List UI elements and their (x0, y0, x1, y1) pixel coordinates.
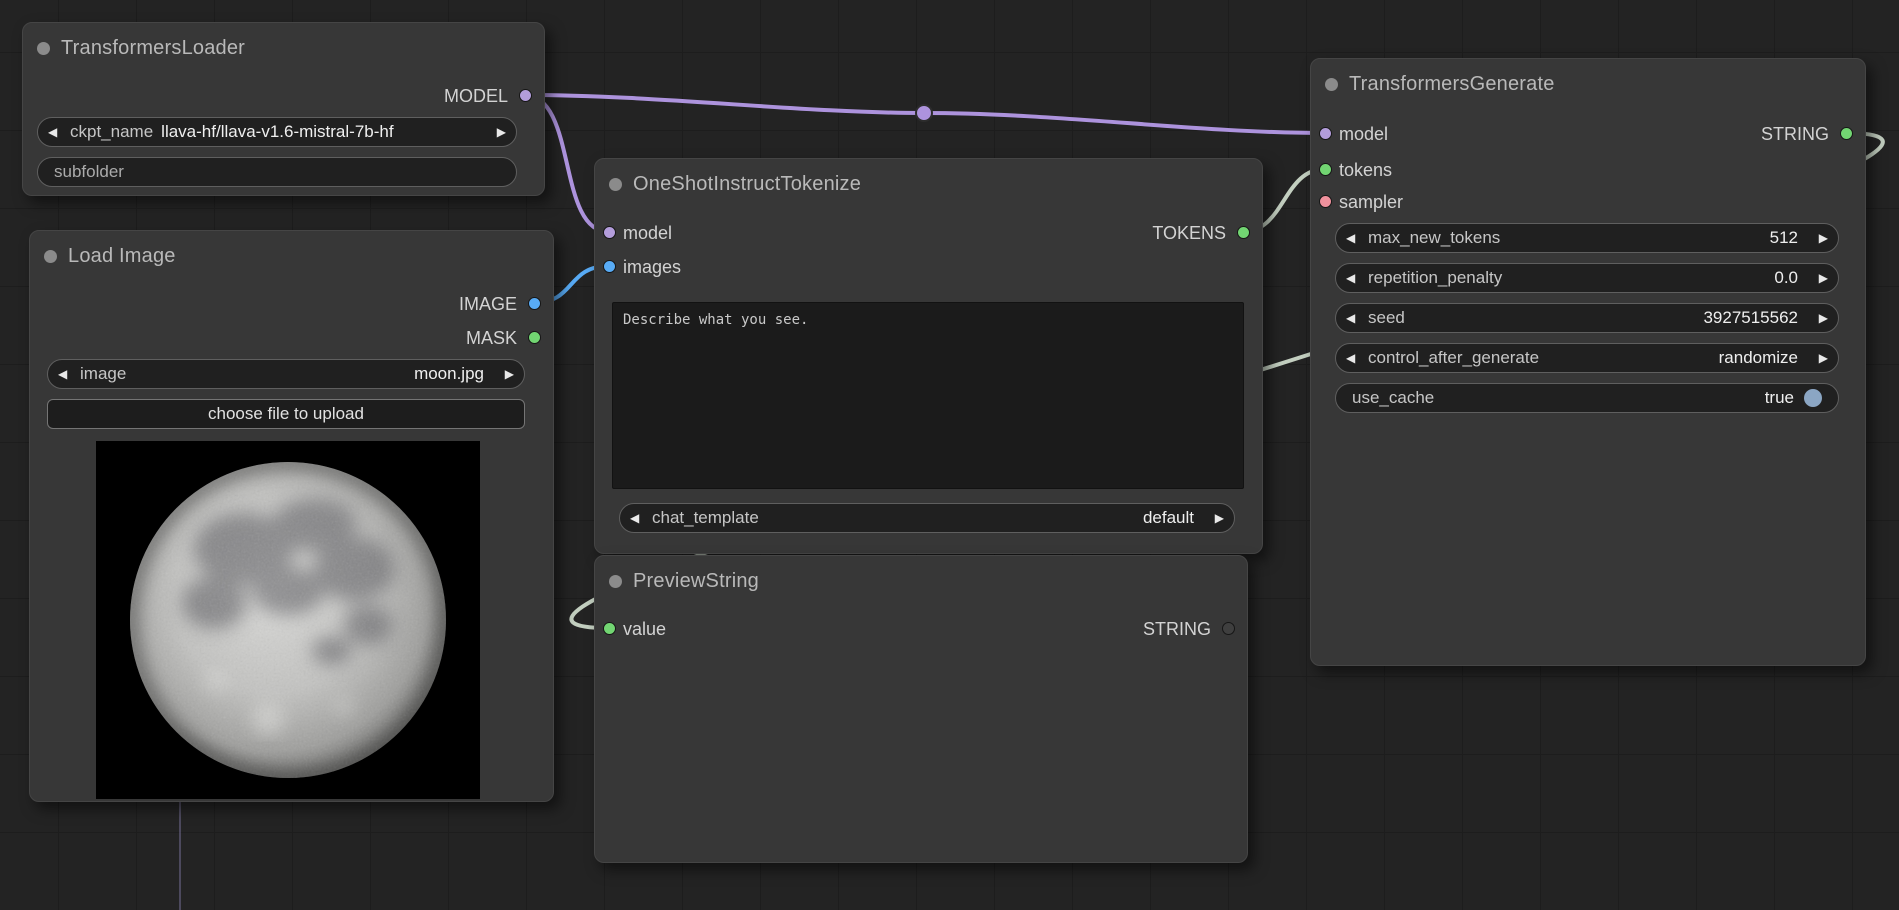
increment-arrow-icon[interactable]: ▶ (1810, 304, 1828, 332)
tokens-input-port[interactable] (1319, 163, 1332, 176)
image-output-port[interactable] (528, 297, 541, 310)
image-preview (96, 441, 480, 799)
node-transformers-generate[interactable]: TransformersGenerate model tokens sample… (1310, 58, 1866, 666)
increment-arrow-icon[interactable]: ▶ (1810, 224, 1828, 252)
node-title-bar[interactable]: PreviewString (595, 556, 1247, 596)
increment-arrow-icon[interactable]: ▶ (488, 118, 506, 146)
node-load-image[interactable]: Load Image IMAGE MASK ◀ image moon.jpg ▶… (29, 230, 554, 802)
node-oneshot-instruct-tokenize[interactable]: OneShotInstructTokenize model images TOK… (594, 158, 1263, 554)
widget-label: chat_template (652, 508, 759, 528)
widget-value: true (1765, 388, 1794, 408)
increment-arrow-icon[interactable]: ▶ (1810, 264, 1828, 292)
collapse-dot-icon[interactable] (1325, 78, 1338, 91)
moon-image (96, 441, 480, 799)
output-label-string: STRING (1143, 616, 1211, 642)
collapse-dot-icon[interactable] (37, 42, 50, 55)
string-output-port[interactable] (1222, 622, 1235, 635)
string-output-port[interactable] (1840, 127, 1853, 140)
node-transformers-loader[interactable]: TransformersLoader MODEL ◀ ckpt_name lla… (22, 22, 545, 196)
widget-seed[interactable]: ◀ seed 3927515562 ▶ (1335, 303, 1839, 333)
input-label-images: images (623, 254, 681, 280)
widget-value: 3927515562 (1703, 308, 1798, 328)
node-title-bar[interactable]: Load Image (30, 231, 553, 271)
decrement-arrow-icon[interactable]: ◀ (1346, 344, 1364, 372)
images-input-port[interactable] (603, 260, 616, 273)
widget-value: default (1143, 508, 1194, 528)
input-placeholder: subfolder (54, 162, 124, 182)
node-title-bar[interactable]: OneShotInstructTokenize (595, 159, 1262, 199)
collapse-dot-icon[interactable] (44, 250, 57, 263)
model-output-port[interactable] (519, 89, 532, 102)
prompt-textarea[interactable]: Describe what you see. (612, 302, 1244, 489)
widget-label: repetition_penalty (1368, 268, 1502, 288)
output-label-model: MODEL (444, 83, 508, 109)
wire-model-to-reroute (524, 95, 924, 113)
widget-chat-template[interactable]: ◀ chat_template default ▶ (619, 503, 1235, 533)
model-input-port[interactable] (1319, 127, 1332, 140)
widget-value: 0.0 (1774, 268, 1798, 288)
input-label-tokens: tokens (1339, 157, 1392, 183)
node-title: TransformersLoader (61, 37, 245, 60)
sampler-input-port[interactable] (1319, 195, 1332, 208)
widget-label: image (80, 364, 126, 384)
widget-control-after-generate[interactable]: ◀ control_after_generate randomize ▶ (1335, 343, 1839, 373)
output-label-string: STRING (1761, 121, 1829, 147)
node-title: OneShotInstructTokenize (633, 173, 861, 196)
decrement-arrow-icon[interactable]: ◀ (1346, 304, 1364, 332)
widget-label: ckpt_name (70, 122, 153, 142)
node-title-bar[interactable]: TransformersLoader (23, 23, 544, 63)
decrement-arrow-icon[interactable]: ◀ (1346, 224, 1364, 252)
widget-image-file[interactable]: ◀ image moon.jpg ▶ (47, 359, 525, 389)
collapse-dot-icon[interactable] (609, 575, 622, 588)
wire-reroute-to-generate (924, 113, 1325, 133)
mask-output-port[interactable] (528, 331, 541, 344)
node-editor-canvas[interactable]: TransformersLoader MODEL ◀ ckpt_name lla… (0, 0, 1899, 910)
input-label-value: value (623, 616, 666, 642)
value-input-port[interactable] (603, 622, 616, 635)
node-preview-string[interactable]: PreviewString value STRING (594, 555, 1248, 863)
widget-value: moon.jpg (414, 364, 484, 384)
boolean-toggle-icon[interactable] (1804, 389, 1822, 407)
tokens-output-port[interactable] (1237, 226, 1250, 239)
node-title: TransformersGenerate (1349, 73, 1555, 96)
widget-label: use_cache (1352, 388, 1434, 408)
widget-repetition-penalty[interactable]: ◀ repetition_penalty 0.0 ▶ (1335, 263, 1839, 293)
model-input-port[interactable] (603, 226, 616, 239)
widget-label: max_new_tokens (1368, 228, 1500, 248)
output-label-mask: MASK (466, 325, 517, 351)
decrement-arrow-icon[interactable]: ◀ (1346, 264, 1364, 292)
node-title-bar[interactable]: TransformersGenerate (1311, 59, 1865, 99)
decrement-arrow-icon[interactable]: ◀ (630, 504, 648, 532)
output-label-tokens: TOKENS (1152, 220, 1226, 246)
widget-label: control_after_generate (1368, 348, 1539, 368)
collapse-dot-icon[interactable] (609, 178, 622, 191)
widget-value: llava-hf/llava-v1.6-mistral-7b-hf (161, 122, 393, 142)
increment-arrow-icon[interactable]: ▶ (496, 360, 514, 388)
increment-arrow-icon[interactable]: ▶ (1810, 344, 1828, 372)
input-label-model: model (1339, 121, 1388, 147)
widget-ckpt-name[interactable]: ◀ ckpt_name llava-hf/llava-v1.6-mistral-… (37, 117, 517, 147)
decrement-arrow-icon[interactable]: ◀ (58, 360, 76, 388)
node-title: PreviewString (633, 570, 759, 593)
input-label-sampler: sampler (1339, 189, 1403, 215)
widget-value: randomize (1719, 348, 1798, 368)
output-label-image: IMAGE (459, 291, 517, 317)
choose-file-button[interactable]: choose file to upload (47, 399, 525, 429)
subfolder-input[interactable]: subfolder (37, 157, 517, 187)
widget-value: 512 (1770, 228, 1798, 248)
widget-max-new-tokens[interactable]: ◀ max_new_tokens 512 ▶ (1335, 223, 1839, 253)
widget-label: seed (1368, 308, 1405, 328)
choose-file-label: choose file to upload (208, 404, 364, 424)
node-title: Load Image (68, 245, 176, 268)
widget-use-cache[interactable]: use_cache true (1335, 383, 1839, 413)
decrement-arrow-icon[interactable]: ◀ (48, 118, 66, 146)
input-label-model: model (623, 220, 672, 246)
reroute-dot[interactable] (916, 105, 932, 121)
increment-arrow-icon[interactable]: ▶ (1206, 504, 1224, 532)
